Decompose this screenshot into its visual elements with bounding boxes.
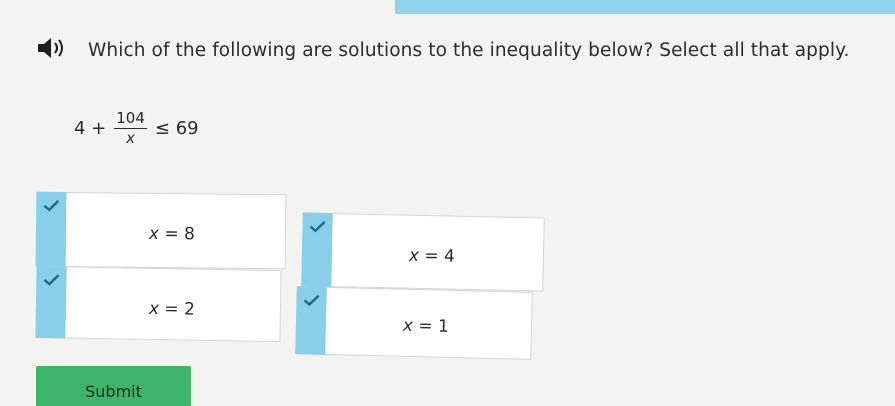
fraction-numerator: 104 [114,109,147,129]
fraction: 104 x [114,110,147,146]
answer-choice[interactable]: x = 4 [301,212,545,292]
checkbox[interactable] [35,265,67,339]
choice-label: x = 2 [148,298,196,320]
checkmark-icon [43,200,60,212]
inequality-expression: 4 + 104 x ≤ 69 [74,104,199,152]
choice-label: x = 1 [402,315,450,337]
answer-choice[interactable]: x = 8 [35,191,287,270]
answer-choice[interactable]: x = 1 [295,286,533,360]
submit-button[interactable]: Submit [36,366,191,406]
question-text: Which of the following are solutions to … [88,40,850,61]
checkbox[interactable] [295,286,327,355]
expression-left: 4 + [74,117,107,139]
choice-label: x = 4 [408,245,456,267]
checkmark-icon [303,294,320,307]
expression-right: ≤ 69 [154,117,199,139]
checkbox[interactable] [35,191,67,268]
answer-choice[interactable]: x = 2 [35,265,282,343]
checkbox[interactable] [301,212,333,288]
checkmark-icon [43,274,60,286]
top-progress-bar [395,0,895,14]
choice-label: x = 8 [148,223,196,245]
fraction-denominator: x [126,128,136,147]
checkmark-icon [309,221,326,233]
speaker-icon[interactable] [36,36,68,60]
